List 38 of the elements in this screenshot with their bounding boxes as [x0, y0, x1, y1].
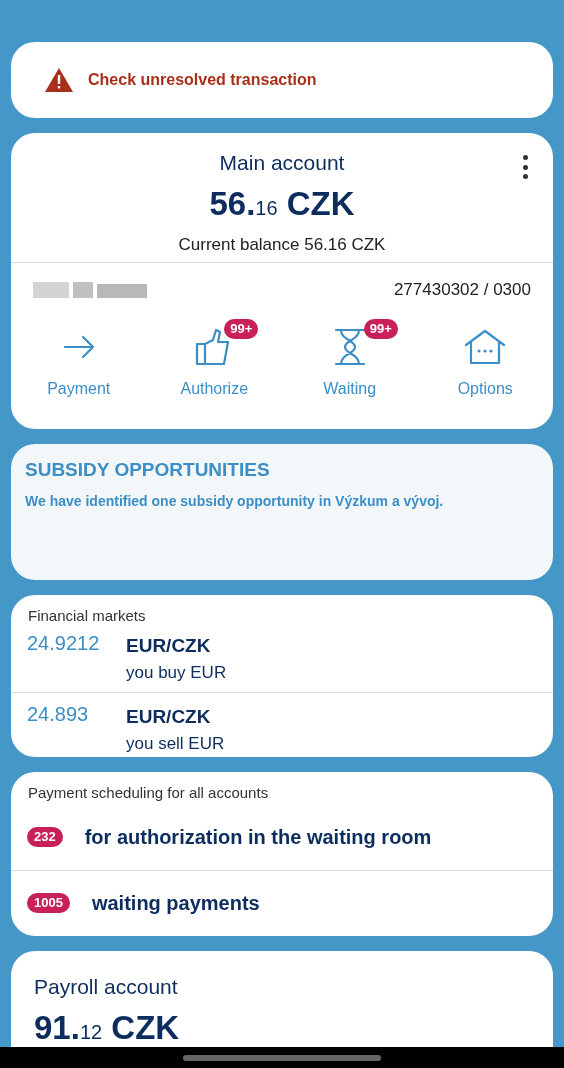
home-indicator[interactable]	[183, 1054, 381, 1061]
scheduling-row[interactable]: 232 for authorization in the waiting room	[11, 804, 553, 870]
rate-note: you buy EUR	[126, 662, 227, 684]
subsidy-title: SUBSIDY OPPORTUNITIES	[25, 458, 271, 482]
action-button[interactable]: Options	[417, 316, 553, 401]
markets-title: Financial markets	[27, 606, 147, 626]
exchange-rate: 24.893	[27, 701, 90, 727]
rate-row[interactable]: 24.893 EUR/CZK you sell EUR	[11, 691, 553, 763]
scheduling-text: for authorization in the waiting room	[84, 825, 432, 850]
count-badge: 99+	[363, 318, 398, 339]
count-badge: 99+	[224, 318, 259, 339]
currency-pair: EUR/CZK	[126, 633, 212, 658]
subsidy-text: We have identified one subsidy opportunity in Výzkum a vývoj.	[25, 491, 445, 511]
warning-icon	[44, 67, 74, 93]
exchange-rate: 24.9212	[27, 630, 101, 656]
rate-row[interactable]: 24.9212 EUR/CZK you buy EUR	[11, 627, 553, 692]
rate-note: you sell EUR	[126, 733, 225, 755]
balance-amount: 56.16 CZK	[209, 183, 355, 224]
currency-pair: EUR/CZK	[126, 704, 212, 729]
hourglass-icon	[333, 326, 366, 367]
house-icon	[464, 328, 507, 365]
count-badge: 1005	[27, 892, 70, 913]
alert-card[interactable]: Check unresolved transaction	[11, 42, 553, 118]
scheduling-row[interactable]: 1005 waiting payments	[11, 869, 553, 935]
account-name: Main account	[219, 150, 345, 176]
balance-amount: 91.12 CZK	[34, 1007, 181, 1048]
more-menu-icon[interactable]	[521, 155, 529, 179]
current-balance: Current balance 56.16 CZK	[178, 234, 386, 256]
action-button[interactable]: 99+ Waiting	[282, 316, 418, 401]
account-number: 277430302 / 0300	[393, 279, 531, 301]
action-button[interactable]: 99+ Authorize	[146, 316, 282, 401]
action-button[interactable]: Payment	[11, 316, 147, 401]
count-badge: 232	[27, 827, 63, 847]
scheduling-text: waiting payments	[91, 890, 260, 916]
account-name: Payroll account	[34, 974, 179, 1000]
alert-text: Check unresolved transaction	[88, 70, 317, 90]
scheduling-title: Payment scheduling for all accounts	[27, 783, 270, 803]
payroll-card[interactable]: Payroll account 91.12 CZK	[11, 951, 553, 1047]
